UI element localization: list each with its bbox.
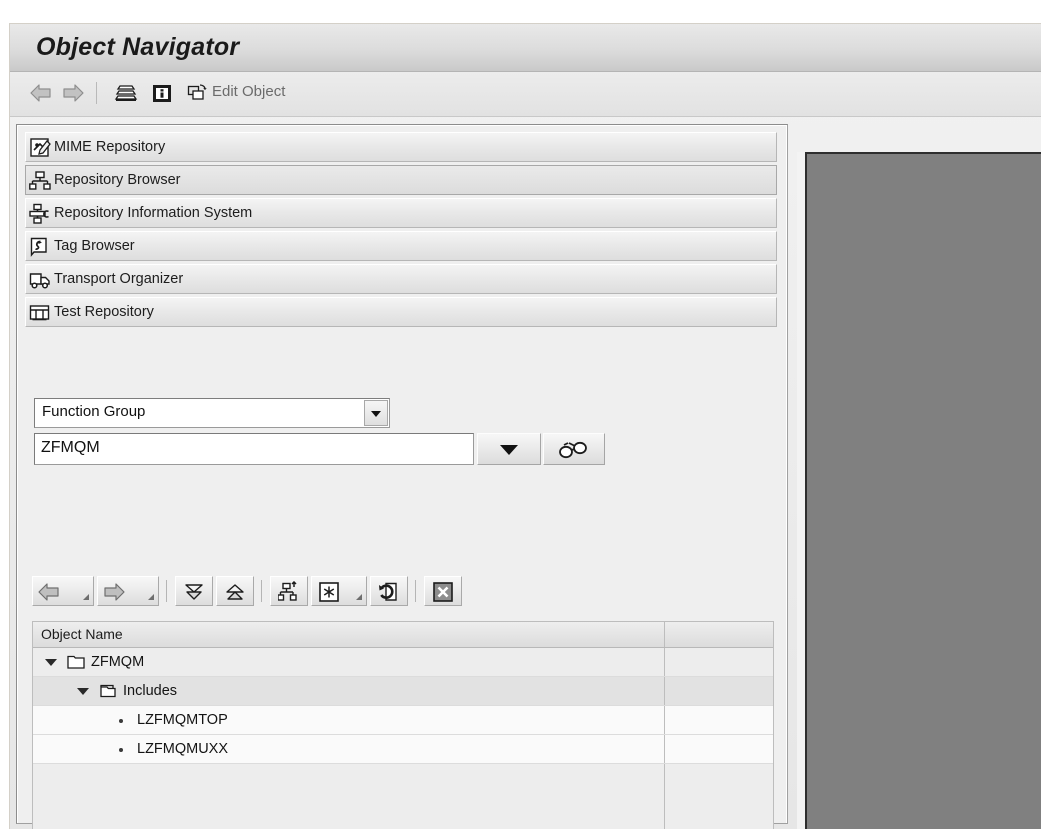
refresh-document-icon xyxy=(378,581,400,603)
table-row[interactable]: ZFMQM xyxy=(33,648,773,677)
sidebar-item-tag-browser[interactable]: Tag Browser xyxy=(25,231,777,261)
tree-node-label: ZFMQM xyxy=(91,654,145,670)
information-icon[interactable] xyxy=(150,82,174,104)
table-row[interactable]: Includes xyxy=(33,677,773,706)
sidebar-item-label: Test Repository xyxy=(54,304,154,320)
chevron-down-icon[interactable] xyxy=(77,688,89,695)
repository-info-system-icon xyxy=(29,203,51,225)
bullet-icon xyxy=(119,719,123,723)
arrow-right-icon xyxy=(102,581,125,603)
repository-browser-icon xyxy=(29,170,51,192)
object-name-find-button[interactable] xyxy=(543,433,605,465)
column-header-object-name[interactable]: Object Name xyxy=(41,626,123,642)
column-divider[interactable] xyxy=(664,622,665,647)
column-divider xyxy=(664,706,665,734)
folder-icon xyxy=(67,653,85,671)
close-x-icon xyxy=(432,581,454,603)
sidebar-item-test-repository[interactable]: Test Repository xyxy=(25,297,777,327)
editor-pane-content[interactable] xyxy=(805,152,1041,829)
arrow-left-icon xyxy=(37,581,59,603)
chevron-down-icon xyxy=(356,594,362,600)
editor-pane xyxy=(797,152,1041,829)
tree-node-label: LZFMQMTOP xyxy=(137,712,228,728)
filter-button[interactable] xyxy=(311,576,367,606)
table-row[interactable]: LZFMQMTOP xyxy=(33,706,773,735)
object-name-input-value: ZFMQM xyxy=(41,439,100,456)
expand-down-icon xyxy=(183,581,205,603)
table-row[interactable]: LZFMQMUXX xyxy=(33,735,773,764)
object-name-dropdown-button[interactable] xyxy=(477,433,541,465)
edit-object-icon[interactable] xyxy=(186,82,210,104)
column-divider xyxy=(664,764,665,829)
transport-organizer-icon xyxy=(29,269,51,291)
repository-section-list: MIME Repository Repository Browser Repos… xyxy=(25,132,777,330)
bullet-icon xyxy=(119,748,123,752)
window-inner: Object Navigator Edit Object MIME Reposi… xyxy=(10,24,1041,829)
close-button[interactable] xyxy=(424,576,462,606)
test-repository-icon xyxy=(29,302,51,324)
expand-all-button[interactable] xyxy=(175,576,213,606)
folder-open-icon xyxy=(99,682,117,700)
sidebar-item-transport-organizer[interactable]: Transport Organizer xyxy=(25,264,777,294)
binoculars-icon xyxy=(559,441,587,459)
object-name-input[interactable]: ZFMQM xyxy=(34,433,474,465)
tree-back-button[interactable] xyxy=(32,576,94,606)
edit-object-label[interactable]: Edit Object xyxy=(212,83,285,100)
tree-forward-button[interactable] xyxy=(97,576,159,606)
navigation-pane: MIME Repository Repository Browser Repos… xyxy=(16,124,788,829)
toolbar-separator xyxy=(166,580,167,602)
refresh-button[interactable] xyxy=(370,576,408,606)
forward-button[interactable] xyxy=(60,82,86,104)
hierarchy-up-icon xyxy=(277,580,300,603)
toolbar-separator xyxy=(96,82,97,104)
object-tree-header: Object Name xyxy=(33,622,773,648)
column-divider xyxy=(664,677,665,705)
sidebar-item-label: MIME Repository xyxy=(54,139,166,155)
tree-node-label: LZFMQMUXX xyxy=(137,741,229,757)
collapse-up-icon xyxy=(224,581,246,603)
object-type-select[interactable]: Function Group xyxy=(34,398,390,428)
sidebar-item-label: Repository Information System xyxy=(54,205,253,221)
back-button[interactable] xyxy=(28,82,54,104)
object-list-icon[interactable] xyxy=(114,82,138,104)
chevron-down-icon[interactable] xyxy=(364,400,388,426)
application-toolbar: Edit Object xyxy=(10,72,1041,117)
mime-repository-icon xyxy=(29,137,51,159)
window-title-bar: Object Navigator xyxy=(10,24,1041,72)
asterisk-icon xyxy=(318,581,340,603)
navigation-pane-inner: MIME Repository Repository Browser Repos… xyxy=(18,126,786,829)
chevron-down-icon xyxy=(148,594,154,600)
sidebar-item-repository-browser[interactable]: Repository Browser xyxy=(25,165,777,195)
sidebar-item-repository-information-system[interactable]: Repository Information System xyxy=(25,198,777,228)
sidebar-item-label: Transport Organizer xyxy=(54,271,184,287)
sidebar-item-label: Tag Browser xyxy=(54,238,135,254)
tag-browser-icon xyxy=(29,236,51,258)
toolbar-separator xyxy=(415,580,416,602)
column-divider xyxy=(664,735,665,763)
application-window: Object Navigator Edit Object MIME Reposi… xyxy=(8,22,1041,829)
sidebar-item-label: Repository Browser xyxy=(54,172,181,188)
sidebar-item-mime-repository[interactable]: MIME Repository xyxy=(25,132,777,162)
object-tree[interactable]: Object Name ZFMQM Includes LZFMQMTOP LZF… xyxy=(32,621,774,829)
hierarchy-button[interactable] xyxy=(270,576,308,606)
chevron-down-icon xyxy=(83,594,89,600)
page-title: Object Navigator xyxy=(36,33,240,61)
collapse-all-button[interactable] xyxy=(216,576,254,606)
column-divider xyxy=(664,648,665,676)
object-type-select-value: Function Group xyxy=(42,403,146,420)
screenshot-root: Object Navigator Edit Object MIME Reposi… xyxy=(0,0,1041,829)
table-row-empty[interactable] xyxy=(33,764,773,829)
tree-node-label: Includes xyxy=(123,683,178,699)
toolbar-separator xyxy=(261,580,262,602)
chevron-down-icon[interactable] xyxy=(45,659,57,666)
